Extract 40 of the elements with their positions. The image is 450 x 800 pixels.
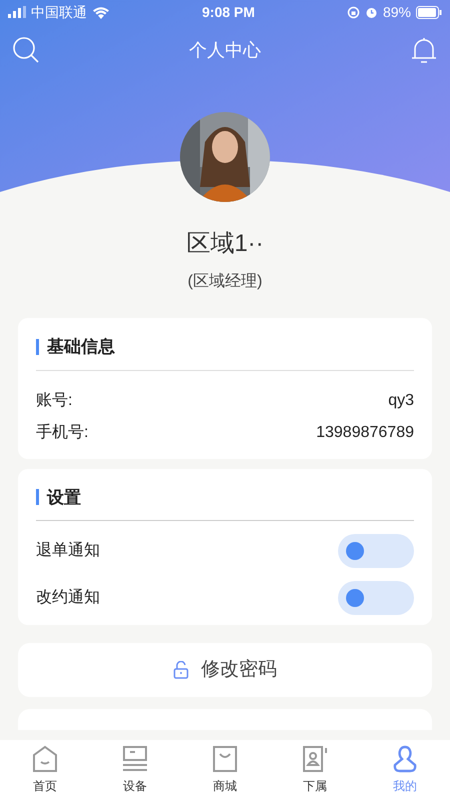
search-icon (12, 36, 40, 64)
accent-bar (36, 489, 39, 506)
card-title: 基础信息 (47, 336, 115, 358)
house-icon (32, 745, 58, 773)
field-label: 手机号: (36, 422, 88, 442)
unlock-icon (173, 661, 189, 679)
alarm-icon (364, 6, 378, 18)
change-password-button[interactable]: 修改密码 (18, 643, 432, 697)
tab-bar-item[interactable]: 设备 (90, 740, 180, 800)
page-title: 个人中心 (189, 38, 261, 62)
carrier-name: 中国联通 (31, 2, 87, 22)
search-button[interactable] (12, 36, 40, 64)
field-value: qy3 (388, 390, 414, 410)
toggle-switch[interactable] (338, 581, 414, 615)
tab-bar-item[interactable]: 下属 (270, 740, 360, 800)
bag-icon (212, 745, 238, 773)
bell-icon (410, 36, 438, 64)
battery-icon (416, 6, 442, 18)
contact-card-icon (302, 745, 328, 773)
wifi-icon (92, 6, 110, 18)
setting-label: 退单通知 (36, 540, 100, 561)
status-time: 9:08 PM (202, 2, 255, 22)
monitor-icon (121, 745, 149, 773)
rotation-lock-icon (346, 6, 360, 18)
signal-icon (8, 6, 26, 18)
setting-label: 改约通知 (36, 588, 100, 608)
field-value: 13989876789 (316, 422, 414, 442)
person-icon (392, 745, 418, 773)
notification-button[interactable] (410, 36, 438, 64)
card-title: 设置 (47, 486, 81, 508)
toggle-knob (346, 542, 364, 560)
toggle-switch[interactable] (338, 534, 414, 568)
toggle-knob (346, 589, 364, 607)
tab-bar-item[interactable]: 商城 (180, 740, 270, 800)
user-role: (区域经理) (188, 272, 262, 292)
user-name: 区域1·· (186, 229, 264, 259)
accent-bar (36, 338, 39, 355)
field-label: 账号: (36, 390, 72, 410)
battery-percent: 89% (382, 2, 411, 22)
tab-bar-item[interactable]: 首页 (0, 740, 90, 800)
